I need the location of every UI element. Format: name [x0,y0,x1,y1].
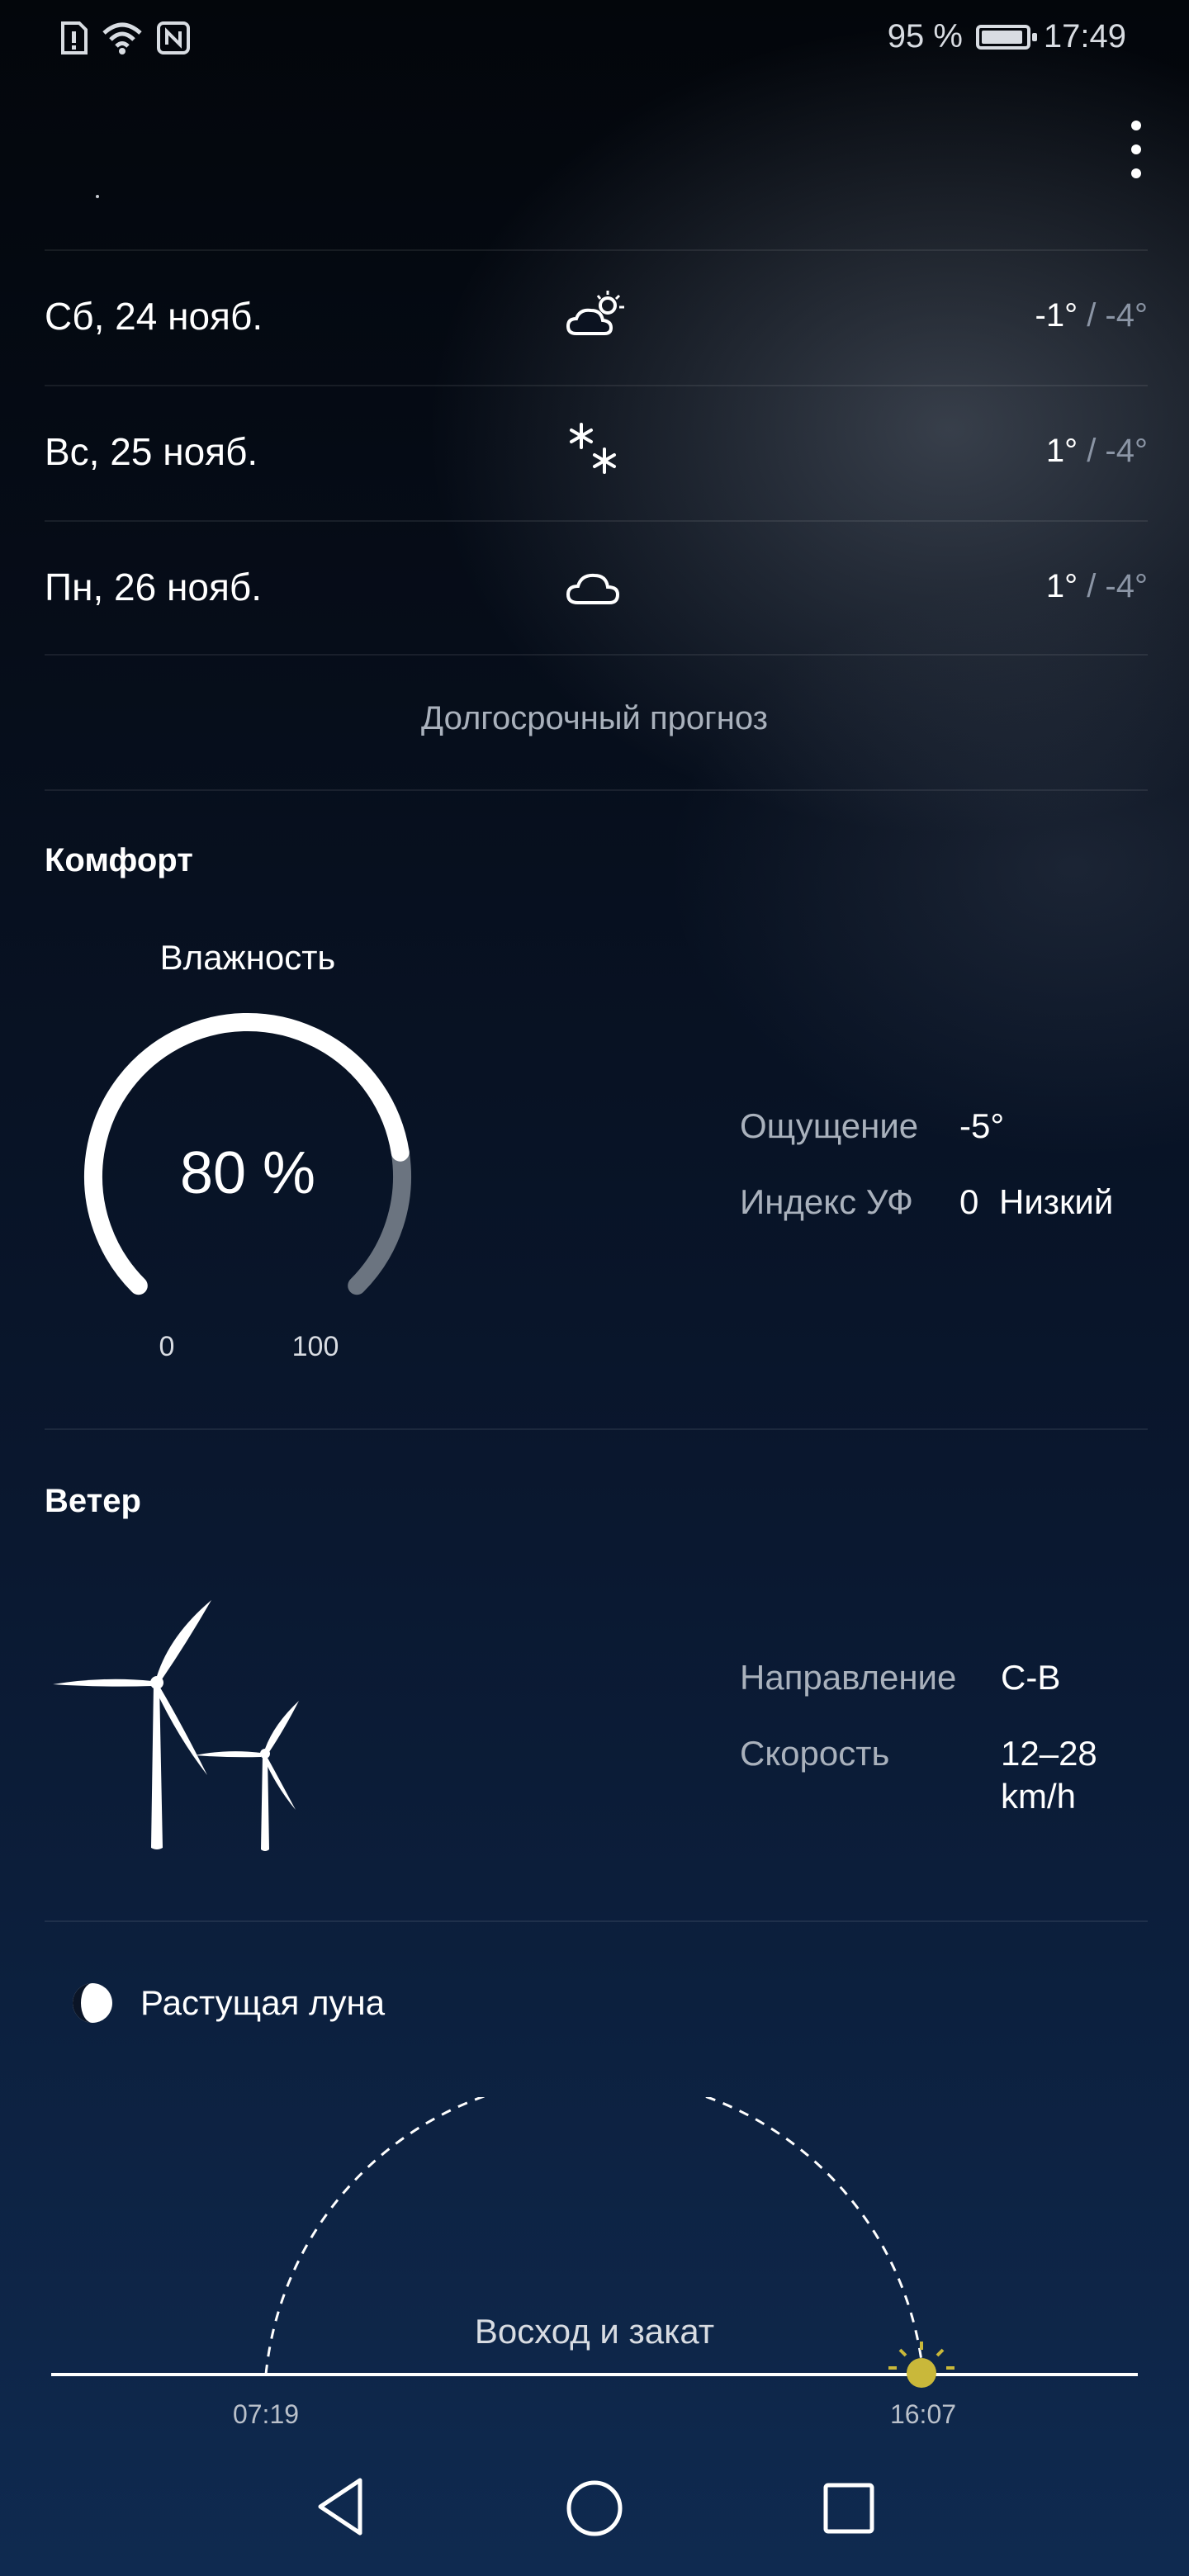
divider [45,789,1148,791]
sunset-time: 16:07 [889,2399,957,2429]
comfort-title: Комфорт [45,842,193,878]
moon-icon [73,1983,112,2023]
more-options-button[interactable] [1120,121,1153,178]
snow-icon [570,423,616,474]
wind-speed-unit: km/h [1001,1777,1077,1816]
gauge-min-label: 0 [159,1331,175,1362]
temp-high: 1° [1045,568,1078,604]
wind-direction-value: С-В [1001,1658,1061,1697]
status-icons [59,21,190,54]
forecast-row[interactable]: Вс, 25 нояб. 1° / -4° [45,385,1148,520]
wind-title: Ветер [45,1483,141,1519]
home-button[interactable] [565,2479,624,2538]
clock: 17:49 [1043,18,1126,54]
divider [45,654,1148,656]
wind-turbine-icon [53,1600,299,1851]
forecast-temp: 1° / -4° [1046,433,1148,470]
recents-button[interactable] [822,2482,875,2535]
cropped-text-fragment [96,195,99,198]
battery-icon [975,24,1037,50]
cloud-icon [566,573,620,604]
dot-icon [1131,168,1141,178]
sim-alert-icon [61,21,88,54]
partly-sunny-icon [566,291,624,335]
dot-icon [1131,121,1141,130]
uv-index-level: Низкий [999,1182,1114,1221]
divider [45,1920,1148,1922]
forecast-temp: 1° / -4° [1046,568,1148,605]
navigation-bar [0,2444,1189,2576]
long-term-forecast-link[interactable]: Долгосрочный прогноз [0,700,1189,737]
forecast-temp: -1° / -4° [1035,297,1148,334]
temp-low: / -4° [1078,297,1148,334]
sunrise-sunset-label: Восход и закат [474,2312,715,2351]
temp-low: / -4° [1078,433,1148,469]
feels-like-value: -5° [959,1106,1005,1145]
divider [45,1428,1148,1430]
forecast-date: Сб, 24 нояб. [45,295,263,338]
feels-like-label: Ощущение [740,1106,919,1145]
nfc-icon [157,21,190,54]
forecast-row[interactable]: Пн, 26 нояб. 1° / -4° [45,520,1148,656]
wind-speed-value: 12–28 [1001,1734,1097,1773]
dot-icon [1131,144,1141,154]
wind-speed-label: Скорость [740,1734,890,1773]
moon-phase-label: Растущая луна [140,1983,386,2022]
temp-high: 1° [1045,433,1078,469]
uv-index-value: 0 [959,1182,979,1221]
forecast-date: Вс, 25 нояб. [45,430,258,473]
status-right: 95 % 17:49 [888,18,1126,55]
sunrise-time: 07:19 [232,2399,300,2429]
gauge-max-label: 100 [291,1331,339,1362]
temp-high: -1° [1035,297,1078,334]
battery-percent: 95 % [887,18,963,54]
temp-low: / -4° [1078,568,1148,604]
uv-index-label: Индекс УФ [740,1182,913,1221]
forecast-row[interactable]: Сб, 24 нояб. -1° / -4° [45,249,1148,385]
wifi-icon [102,22,142,54]
humidity-label: Влажность [159,938,336,977]
back-button[interactable] [314,2475,367,2538]
humidity-value: 80 % [179,1140,316,1206]
wind-direction-label: Направление [740,1658,957,1697]
status-bar: 95 % 17:49 [0,0,1189,83]
forecast-date: Пн, 26 нояб. [45,566,262,608]
